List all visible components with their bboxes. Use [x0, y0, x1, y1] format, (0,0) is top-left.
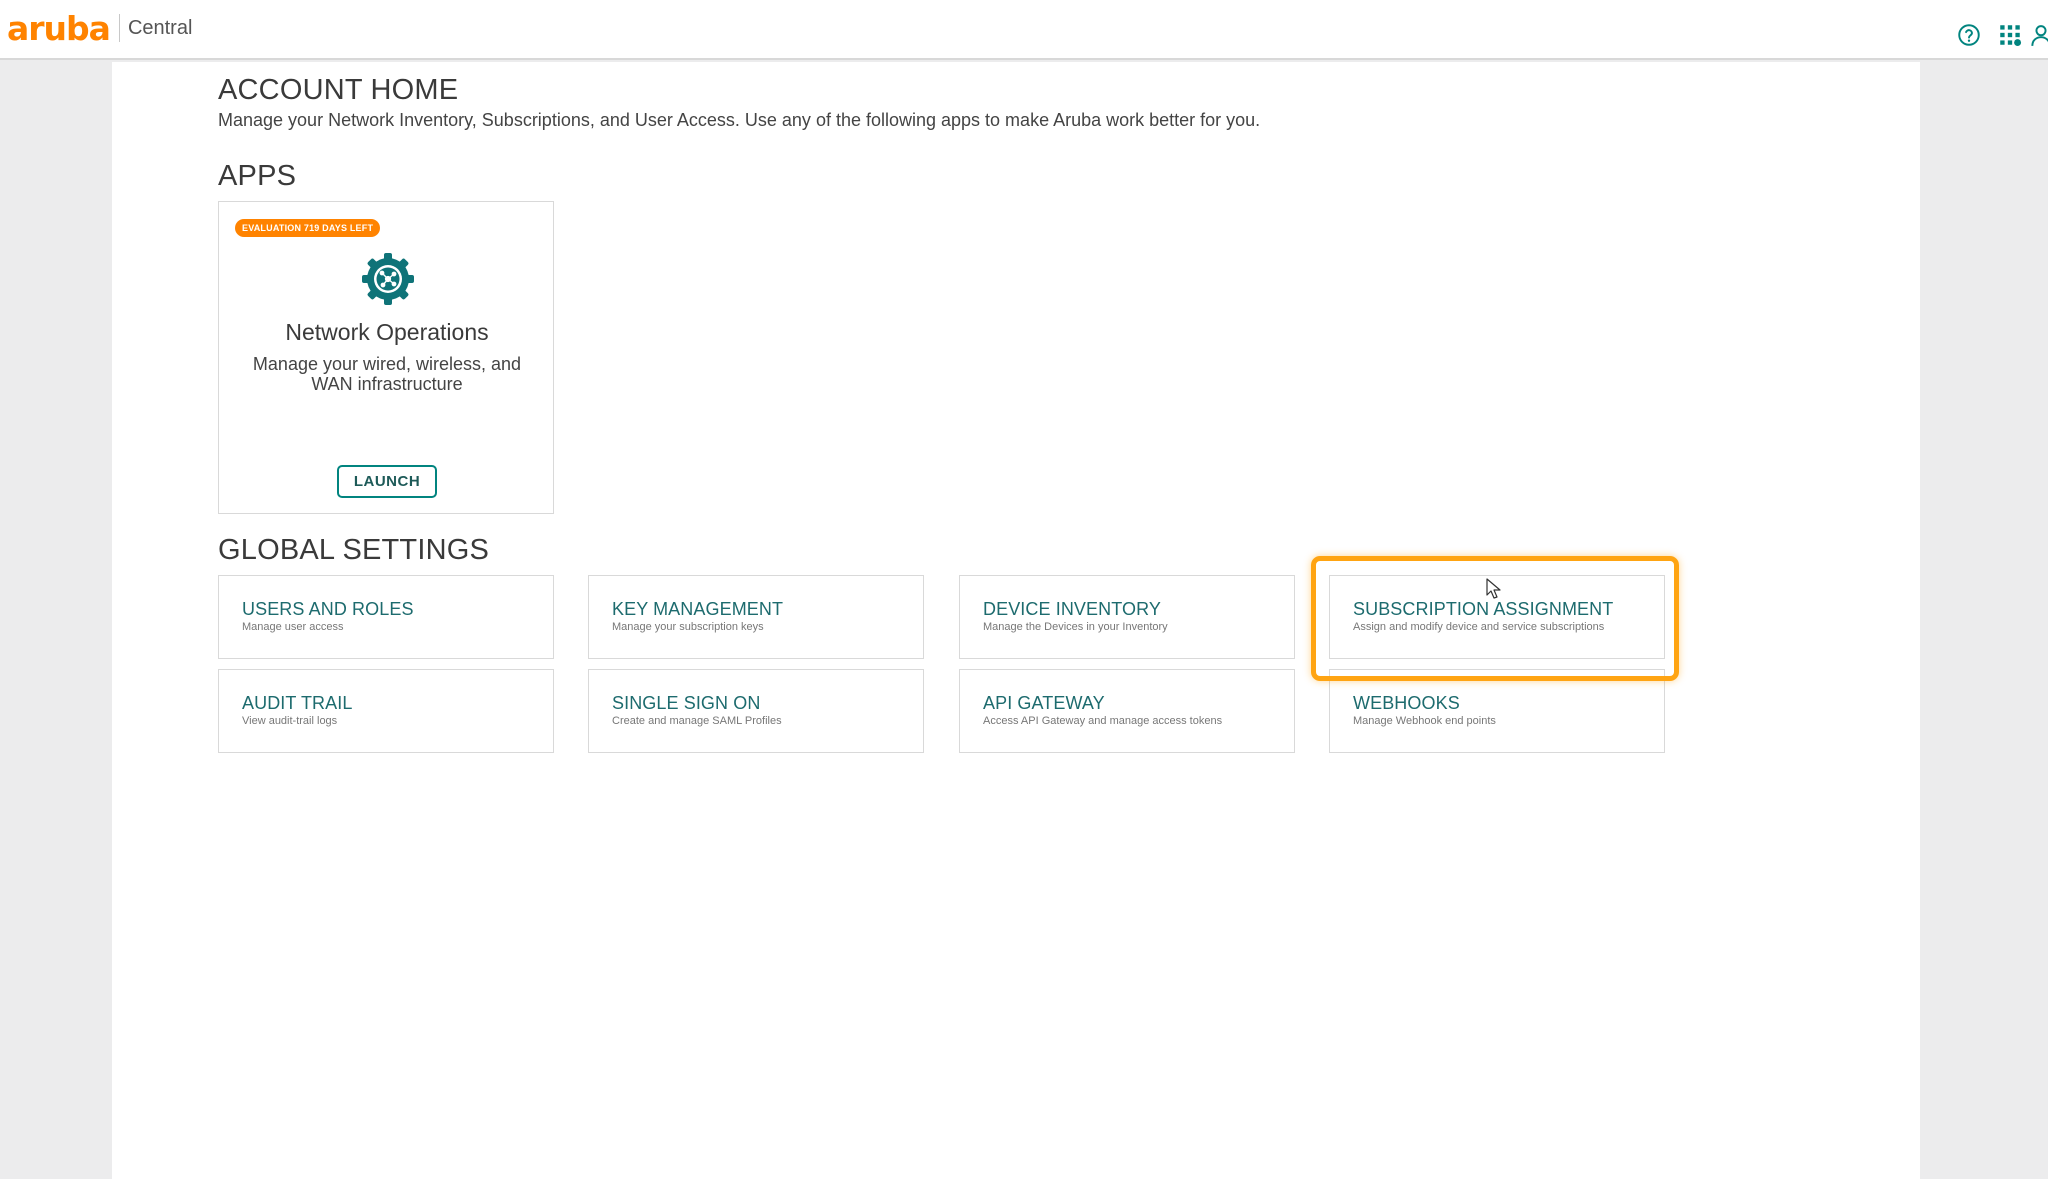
tile-device-inventory[interactable]: DEVICE INVENTORY Manage the Devices in y… — [959, 575, 1295, 659]
app-description: Manage your wired, wireless, and WAN inf… — [252, 354, 522, 394]
tile-description: Manage user access — [242, 621, 344, 633]
tile-title: WEBHOOKS — [1353, 693, 1460, 713]
app-title: Network Operations — [285, 319, 489, 345]
tile-title: API GATEWAY — [983, 693, 1105, 713]
help-icon[interactable] — [1956, 22, 1982, 48]
tile-webhooks[interactable]: WEBHOOKS Manage Webhook end points — [1329, 669, 1665, 753]
tile-description: Create and manage SAML Profiles — [612, 715, 782, 727]
main-panel: ACCOUNT HOME Manage your Network Invento… — [112, 62, 1920, 1179]
tile-subscription-assignment[interactable]: SUBSCRIPTION ASSIGNMENT Assign and modif… — [1329, 575, 1665, 659]
tile-single-sign-on[interactable]: SINGLE SIGN ON Create and manage SAML Pr… — [588, 669, 924, 753]
tile-title: SUBSCRIPTION ASSIGNMENT — [1353, 599, 1614, 619]
tile-description: Manage the Devices in your Inventory — [983, 621, 1168, 633]
user-icon[interactable] — [2028, 22, 2048, 48]
global-settings-title: GLOBAL SETTINGS — [218, 534, 490, 566]
apps-grid-icon[interactable] — [1997, 22, 2023, 48]
tile-description: Manage Webhook end points — [1353, 715, 1496, 727]
apps-section-title: APPS — [218, 160, 297, 192]
brand[interactable]: aruba Central — [7, 8, 192, 48]
tile-title: KEY MANAGEMENT — [612, 599, 784, 619]
page-title: ACCOUNT HOME — [218, 74, 459, 106]
tile-description: Assign and modify device and service sub… — [1353, 621, 1605, 633]
top-bar: aruba Central — [0, 0, 2048, 60]
page-subtitle: Manage your Network Inventory, Subscript… — [218, 110, 1261, 130]
tile-api-gateway[interactable]: API GATEWAY Access API Gateway and manag… — [959, 669, 1295, 753]
aruba-logo[interactable]: aruba — [7, 12, 111, 45]
tile-title: DEVICE INVENTORY — [983, 599, 1161, 619]
product-name: Central — [127, 17, 193, 39]
tile-audit-trail[interactable]: AUDIT TRAIL View audit-trail logs — [218, 669, 554, 753]
network-operations-app-card: EVALUATION 719 DAYS LEFT Network Operati… — [218, 201, 554, 514]
tile-title: SINGLE SIGN ON — [612, 693, 761, 713]
network-operations-gear-icon — [361, 252, 415, 306]
evaluation-badge: EVALUATION 719 DAYS LEFT — [235, 219, 381, 237]
tile-title: USERS AND ROLES — [242, 599, 414, 619]
tile-description: View audit-trail logs — [242, 715, 338, 727]
brand-divider — [118, 14, 120, 42]
tile-key-management[interactable]: KEY MANAGEMENT Manage your subscription … — [588, 575, 924, 659]
tile-users-and-roles[interactable]: USERS AND ROLES Manage user access — [218, 575, 554, 659]
tile-description: Access API Gateway and manage access tok… — [983, 715, 1223, 727]
tile-title: AUDIT TRAIL — [242, 693, 353, 713]
tile-description: Manage your subscription keys — [612, 621, 764, 633]
launch-button[interactable]: LAUNCH — [337, 465, 437, 498]
